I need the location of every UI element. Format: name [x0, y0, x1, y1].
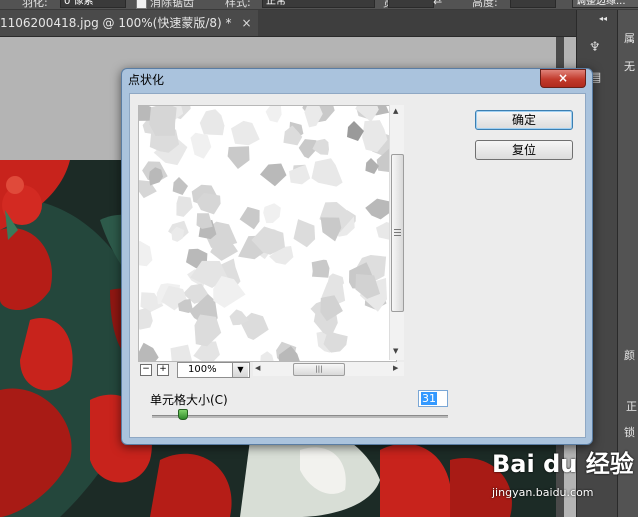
swap-icon[interactable]: ⇄ — [433, 0, 442, 7]
style-label: 样式: — [225, 0, 251, 9]
cell-size-slider-track[interactable] — [152, 415, 448, 418]
dialog-title: 点状化 — [128, 73, 165, 87]
refine-edge-button[interactable]: 调整边缘... — [572, 0, 638, 8]
zoom-select[interactable]: 100% ▼ — [177, 362, 250, 378]
panel-label-properties: 属 — [624, 32, 635, 45]
options-bar: 羽化: 0 像素 消除锯齿 样式: 正常 宽度: ⇄ 高度: 调整边缘... — [0, 0, 638, 10]
width-input[interactable] — [388, 0, 434, 8]
scroll-down-icon[interactable]: ▼ — [393, 347, 398, 355]
preview-image — [139, 106, 390, 361]
ok-button[interactable]: 确定 — [475, 110, 573, 130]
collapse-panels-icon[interactable]: ◂◂ — [599, 14, 607, 23]
cell-size-input[interactable]: 31 — [418, 390, 448, 407]
antialias-label: 消除锯齿 — [150, 0, 194, 9]
horizontal-scroll-thumb[interactable]: ||| — [293, 363, 345, 376]
height-label: 高度: — [472, 0, 498, 9]
scroll-up-icon[interactable]: ▲ — [393, 107, 398, 115]
zoom-in-button[interactable]: + — [157, 364, 169, 376]
cell-size-label: 单元格大小(C) — [150, 393, 228, 407]
reset-button[interactable]: 复位 — [475, 140, 573, 160]
scroll-left-icon[interactable]: ◀ — [255, 364, 260, 372]
brush-preset-icon[interactable]: ♆ — [589, 40, 601, 55]
zoom-row: − + 100% ▼ ◀ ||| ▶ — [138, 362, 404, 378]
panel-label-normal: 正 — [626, 400, 637, 413]
panel-label-none: 无 — [624, 60, 635, 73]
pointillize-cell — [149, 106, 177, 136]
watermark-url: jingyan.baidu.com — [492, 486, 594, 499]
feather-label: 羽化: — [22, 0, 48, 9]
antialias-checkbox[interactable] — [136, 0, 147, 9]
close-tab-icon[interactable]: × — [242, 16, 252, 30]
preview-vertical-scrollbar[interactable]: ▲ ▼ — [389, 105, 404, 360]
close-dialog-button[interactable]: × — [540, 69, 586, 88]
document-tab-title: 1106200418.jpg @ 100%(快速蒙版/8) * — [0, 16, 232, 30]
document-tab[interactable]: 1106200418.jpg @ 100%(快速蒙版/8) * × — [0, 10, 258, 36]
preview-horizontal-scrollbar[interactable]: ◀ ||| ▶ — [253, 362, 404, 376]
document-tab-bar: 1106200418.jpg @ 100%(快速蒙版/8) * × — [0, 10, 576, 37]
dialog-body: ▲ ▼ − + 100% ▼ ◀ ||| ▶ 确定 复位 单元格大小(C) 31 — [129, 93, 586, 438]
cell-size-slider-thumb[interactable] — [177, 409, 188, 420]
baidu-watermark: Bai du 经验 jingyan.baidu.com — [492, 444, 634, 500]
cell-size-value: 31 — [421, 392, 437, 405]
watermark-logo-text: Bai du 经验 — [492, 450, 634, 478]
zoom-value: 100% — [188, 364, 217, 375]
chevron-down-icon[interactable]: ▼ — [232, 363, 248, 377]
panel-label-color: 颜 — [624, 349, 635, 362]
height-input[interactable] — [510, 0, 556, 8]
style-select[interactable]: 正常 — [262, 0, 375, 8]
zoom-out-button[interactable]: − — [140, 364, 152, 376]
filter-preview[interactable] — [138, 105, 397, 362]
panel-label-lock: 锁 — [624, 426, 635, 439]
pointillize-dialog: 点状化 × ▲ ▼ − + 100% ▼ ◀ ||| ▶ 确定 复位 单元格大小… — [121, 68, 593, 445]
vertical-scroll-thumb[interactable] — [391, 154, 404, 312]
scroll-right-icon[interactable]: ▶ — [393, 364, 398, 372]
feather-input[interactable]: 0 像素 — [60, 0, 126, 8]
pointillize-cell — [311, 259, 330, 278]
properties-panel: 属 无 颜 正 锁 — [617, 10, 638, 517]
